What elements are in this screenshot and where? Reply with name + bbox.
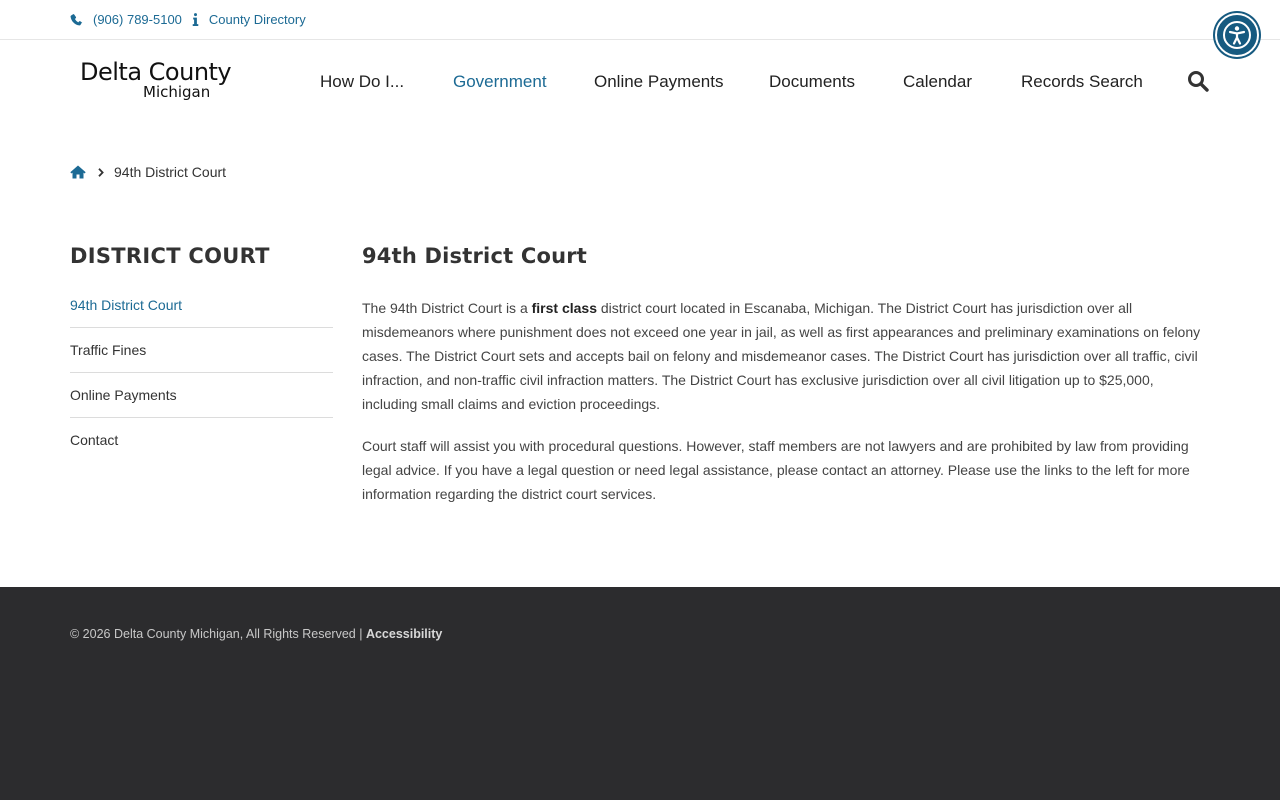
site-footer: © 2026 Delta County Michigan, All Rights…	[0, 587, 1280, 800]
sidebar-title: DISTRICT COURT	[70, 244, 270, 268]
nav-records-search[interactable]: Records Search	[1021, 72, 1143, 92]
county-directory-link[interactable]: County Directory	[192, 12, 306, 27]
intro-text-end: district court located in Escanaba, Mich…	[362, 300, 1201, 412]
county-directory-label: County Directory	[208, 12, 306, 27]
intro-text-start: The 94th District Court is a	[362, 300, 532, 316]
staff-paragraph: Court staff will assist you with procedu…	[362, 438, 1190, 502]
info-icon	[192, 13, 199, 26]
phone-number: (906) 789-5100	[93, 12, 182, 27]
breadcrumb-current: 94th District Court	[114, 164, 227, 180]
breadcrumb: 94th District Court	[70, 164, 226, 180]
sidebar-item-contact[interactable]: Contact	[70, 418, 333, 462]
search-icon[interactable]	[1187, 70, 1209, 97]
sidebar-item-online-payments[interactable]: Online Payments	[70, 373, 333, 418]
main-content: 94th District Court The 94th District Co…	[362, 244, 1210, 524]
sidebar: DISTRICT COURT 94th District Court Traff…	[70, 244, 333, 462]
logo-line-1: Delta County	[80, 58, 232, 86]
intro-paragraph: The 94th District Court is a first class…	[362, 296, 1210, 416]
site-logo[interactable]: Delta County Michigan	[80, 58, 232, 101]
page-title: 94th District Court	[362, 244, 588, 268]
intro-text-bold: first class	[531, 300, 597, 316]
chevron-right-icon	[98, 167, 104, 177]
phone-icon	[70, 13, 83, 26]
copyright-text: © 2026 Delta County Michigan, All Rights…	[70, 627, 366, 641]
nav-calendar[interactable]: Calendar	[903, 72, 972, 92]
logo-line-2: Michigan	[143, 83, 211, 101]
sidebar-item-94th-district-court[interactable]: 94th District Court	[70, 295, 333, 328]
nav-government[interactable]: Government	[453, 72, 547, 92]
phone-link[interactable]: (906) 789-5100	[70, 12, 182, 27]
footer-copyright: © 2026 Delta County Michigan, All Rights…	[70, 627, 442, 641]
nav-documents[interactable]: Documents	[769, 72, 855, 92]
home-icon[interactable]	[70, 165, 86, 179]
nav-how-do-i[interactable]: How Do I...	[320, 72, 404, 92]
site-header: Delta County Michigan How Do I... Govern…	[0, 40, 1280, 125]
nav-online-payments[interactable]: Online Payments	[594, 72, 723, 92]
accessibility-link[interactable]: Accessibility	[366, 627, 442, 641]
top-bar: (906) 789-5100 County Directory	[0, 0, 1280, 40]
sidebar-item-traffic-fines[interactable]: Traffic Fines	[70, 328, 333, 373]
